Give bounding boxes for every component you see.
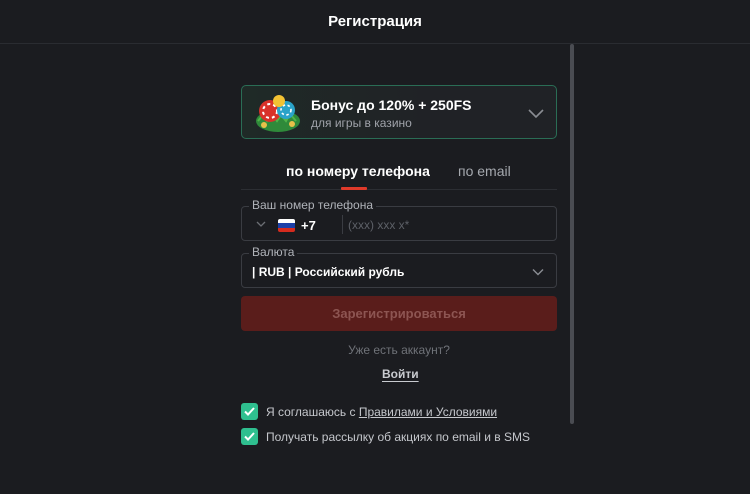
login-link[interactable]: Войти — [382, 367, 419, 381]
phone-label: Ваш номер телефона — [249, 198, 377, 212]
newsletter-text: Получать рассылку об акциях по email и в… — [266, 429, 530, 444]
registration-tabs: по номеру телефона по email — [241, 160, 557, 190]
bonus-selector[interactable]: Бонус до 120% + 250FS для игры в казино — [241, 85, 557, 139]
terms-prefix: Я соглашаюсь с — [266, 404, 359, 419]
have-account-text: Уже есть аккаунт? — [348, 343, 450, 357]
terms-consent: Я соглашаюсь с Правилами и Условиями — [241, 403, 497, 420]
newsletter-consent: Получать рассылку об акциях по email и в… — [241, 428, 530, 445]
registration-form: Бонус до 120% + 250FS для игры в казино … — [241, 85, 557, 445]
phone-input[interactable] — [348, 215, 548, 235]
checkmark-icon — [244, 407, 255, 416]
terms-text: Я соглашаюсь с Правилами и Условиями — [266, 405, 497, 419]
header: Регистрация — [0, 0, 750, 44]
currency-value: | RUB | Российский рубль — [252, 265, 405, 279]
bonus-subtitle: для игры в казино — [311, 116, 412, 130]
russia-flag-icon[interactable] — [278, 219, 295, 232]
country-code: +7 — [301, 218, 316, 233]
scrollbar[interactable] — [570, 44, 574, 424]
casino-chips-icon — [256, 95, 300, 132]
phone-field: Ваш номер телефона +7 — [241, 198, 557, 241]
chevron-down-icon[interactable] — [256, 221, 266, 228]
tab-phone[interactable]: по номеру телефона — [286, 163, 430, 179]
terms-link[interactable]: Правилами и Условиями — [359, 405, 497, 419]
chevron-down-icon[interactable] — [528, 107, 544, 119]
register-button[interactable]: Зарегистрироваться — [241, 296, 557, 331]
checkmark-icon — [244, 432, 255, 441]
divider — [342, 215, 343, 234]
active-tab-indicator — [341, 187, 367, 190]
chevron-down-icon[interactable] — [532, 268, 544, 276]
terms-checkbox[interactable] — [241, 403, 258, 420]
newsletter-checkbox[interactable] — [241, 428, 258, 445]
currency-label: Валюта — [249, 245, 298, 259]
tab-email[interactable]: по email — [458, 163, 511, 179]
bonus-title: Бонус до 120% + 250FS — [311, 97, 472, 113]
currency-select[interactable]: Валюта | RUB | Российский рубль — [241, 245, 557, 288]
page-title: Регистрация — [328, 13, 422, 30]
